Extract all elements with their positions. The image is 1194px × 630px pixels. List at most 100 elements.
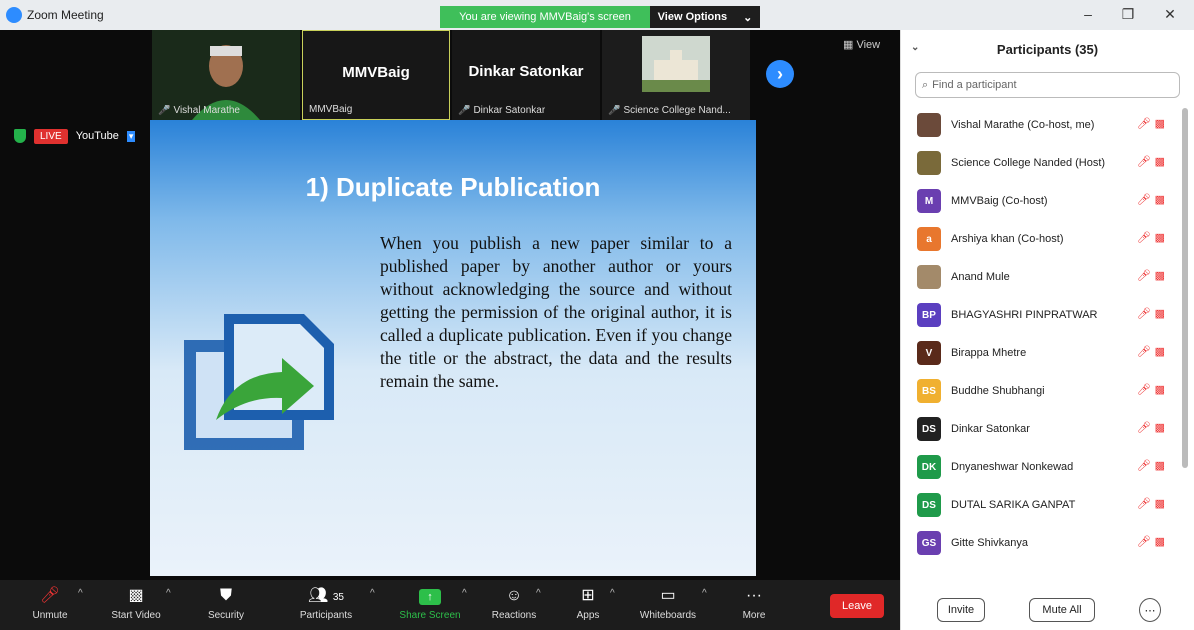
window-title: Zoom Meeting [27,8,104,22]
zoom-logo-icon [6,7,22,23]
participant-row[interactable]: DS Dinkar Satonkar 🎤︎▩ [901,410,1179,448]
muted-mic-icon: 🎤 [158,105,171,116]
chevron-down-icon: ⌄ [743,11,753,24]
avatar: V [917,341,941,365]
live-platform-label: YouTube [75,130,119,142]
invite-button[interactable]: Invite [937,598,985,622]
apps-label: Apps [576,610,600,621]
avatar: DK [917,455,941,479]
participants-panel: ⌄ Participants (35) ⌕ Find a participant… [900,30,1194,630]
security-shield-icon: ⛊ [219,587,232,604]
participant-name: Science College Nanded (Host) [951,157,1106,169]
collapse-panel-icon[interactable]: ⌄ [911,42,919,53]
meeting-area: 🎤 Vishal Marathe MMVBaig MMVBaig Dinkar S… [0,30,900,580]
title-bar: Zoom Meeting You are viewing MMVBaig's s… [0,0,1194,30]
participant-row[interactable]: BP BHAGYASHRI PINPRATWAR 🎤︎▩ [901,296,1179,334]
more-options-button[interactable]: ⋯ [1139,598,1161,622]
share-screen-button[interactable]: ↑ Share Screen [390,584,470,621]
search-icon: ⌕ [922,78,929,91]
participant-row[interactable]: M MMVBaig (Co-host) 🎤︎▩ [901,182,1179,220]
participants-button[interactable]: 👥︎ 35 Participants [286,584,366,621]
chevron-up-icon[interactable]: ^ [462,588,467,599]
chevron-down-icon[interactable]: ▾ [126,130,136,142]
video-thumbnail[interactable]: 🎤 Vishal Marathe [152,30,300,120]
chevron-up-icon[interactable]: ^ [166,588,171,599]
security-button[interactable]: ⛊ Security [186,584,266,621]
participant-row[interactable]: GS Gitte Shivkanya 🎤︎▩ [901,524,1179,562]
video-thumbnail[interactable]: 🎤 Science College Nand... [602,30,750,120]
chevron-up-icon[interactable]: ^ [536,588,541,599]
mute-all-button[interactable]: Mute All [1029,598,1095,622]
participant-name: Vishal Marathe (Co-host, me) [951,119,1095,131]
video-off-icon: ▩ [128,587,144,604]
muted-mic-icon: 🎤︎▩ [1136,422,1169,434]
panel-title: Participants (35) [996,41,1099,57]
participant-row[interactable]: BS Buddhe Shubhangi 🎤︎▩ [901,372,1179,410]
chevron-up-icon[interactable]: ^ [610,588,615,599]
participant-row[interactable]: DS DUTAL SARIKA GANPAT 🎤︎▩ [901,486,1179,524]
chevron-up-icon[interactable]: ^ [702,588,707,599]
apps-icon: ⊞ [581,587,595,604]
leave-button[interactable]: Leave [830,594,884,618]
participant-row[interactable]: DK Dnyaneshwar Nonkewad 🎤︎▩ [901,448,1179,486]
next-page-button[interactable]: › [766,60,794,88]
chevron-up-icon[interactable]: ^ [370,588,375,599]
apps-button[interactable]: ⊞ Apps [548,584,628,621]
participant-list-scrollbar[interactable] [1182,108,1188,468]
participants-count: 35 [332,592,344,603]
share-screen-icon: ↑ [419,589,441,605]
shared-slide: 1) Duplicate Publication When you publis… [150,120,756,576]
muted-mic-icon: 🎤 [608,105,621,116]
more-button[interactable]: ··· More [714,584,794,621]
participant-row[interactable]: Anand Mule 🎤︎▩ [901,258,1179,296]
participant-name: BHAGYASHRI PINPRATWAR [951,309,1098,321]
avatar: BP [917,303,941,327]
avatar: a [917,227,941,251]
start-video-label: Start Video [111,610,161,621]
participant-name: Dnyaneshwar Nonkewad [951,461,1074,473]
minimize-button[interactable]: – [1078,6,1098,22]
more-dots-icon: ··· [746,587,762,604]
unmute-label: Unmute [32,610,68,621]
reactions-icon: ☺ [505,587,523,604]
avatar: BS [917,379,941,403]
thumb-name: Vishal Marathe [173,105,240,116]
grid-icon: ▦ [843,39,857,51]
thumb-big-name: Dinkar Satonkar [468,63,584,80]
avatar [917,265,941,289]
participant-name: Dinkar Satonkar [951,423,1030,435]
viewing-screen-banner: You are viewing MMVBaig's screen [440,6,650,28]
muted-mic-icon: 🎤︎▩ [1136,194,1169,206]
close-button[interactable]: ✕ [1160,6,1180,23]
participant-row[interactable]: V Birappa Mhetre 🎤︎▩ [901,334,1179,372]
live-stream-indicator[interactable]: LIVE YouTube ▾ [14,126,136,146]
start-video-button[interactable]: ▩ Start Video [96,584,176,621]
video-thumbnail[interactable]: Dinkar Satonkar 🎤 Dinkar Satonkar [452,30,600,120]
muted-mic-icon: 🎤︎▩ [1136,308,1169,320]
participant-search-input[interactable]: ⌕ Find a participant [915,72,1180,98]
view-options-label: View Options [657,11,728,23]
participant-name: DUTAL SARIKA GANPAT [951,499,1076,511]
maximize-button[interactable]: ❐ [1118,6,1138,23]
muted-mic-icon: 🎤︎▩ [1136,498,1169,510]
view-label: View [856,39,881,51]
chevron-up-icon[interactable]: ^ [78,588,83,599]
view-options-button[interactable]: View Options ⌄ [650,6,760,28]
thumb-name: MMVBaig [309,104,353,115]
participant-row[interactable]: Vishal Marathe (Co-host, me) 🎤︎▩ [901,106,1179,144]
view-button[interactable]: ▦ View [843,38,880,51]
participant-list: Vishal Marathe (Co-host, me) 🎤︎▩ Science C… [901,106,1179,562]
shield-icon [14,129,26,143]
whiteboards-button[interactable]: ▭ Whiteboards [628,584,708,621]
avatar [917,151,941,175]
slide-title: 1) Duplicate Publication [305,172,601,202]
muted-mic-icon: 🎤︎▩ [1136,232,1169,244]
video-thumbnail[interactable]: MMVBaig MMVBaig [302,30,450,120]
participant-row[interactable]: Science College Nanded (Host) 🎤︎▩ [901,144,1179,182]
muted-mic-icon: 🎤︎▩ [1136,118,1169,130]
reactions-button[interactable]: ☺ Reactions [474,584,554,621]
slide-body-text: When you publish a new paper similar to … [380,233,732,391]
participant-row[interactable]: a Arshiya khan (Co-host) 🎤︎▩ [901,220,1179,258]
participant-name: Anand Mule [951,271,1010,283]
avatar: DS [917,493,941,517]
